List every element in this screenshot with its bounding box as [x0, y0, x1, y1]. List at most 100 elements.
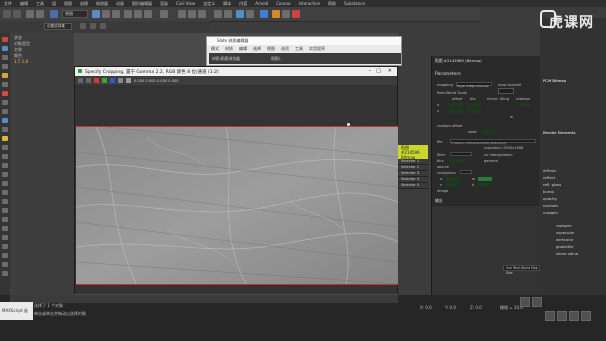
windows-icon[interactable] — [2, 199, 8, 204]
orbit-icon[interactable] — [569, 311, 579, 321]
u-offset-spinner[interactable] — [449, 103, 463, 107]
mapping-dropdown[interactable]: Explicit Map Channel — [456, 82, 492, 88]
maxscript-listener[interactable]: MAXScript 迷 — [0, 302, 33, 320]
selection-filter-dropdown[interactable]: 视图 — [62, 10, 88, 18]
v-offset-spinner[interactable] — [449, 109, 463, 113]
zoom-icon[interactable] — [545, 311, 555, 321]
right-row-diffuse[interactable]: diffuse — [543, 168, 556, 173]
nurbs-icon[interactable] — [2, 181, 8, 186]
right-sub-share-value[interactable]: share value — [556, 251, 578, 256]
menu-item-customize[interactable]: 自定义 — [203, 1, 215, 7]
filter-dropdown[interactable] — [450, 152, 472, 156]
pivot-icon[interactable] — [160, 10, 168, 18]
spacewarp-icon[interactable] — [2, 127, 8, 132]
menu-item-animation[interactable]: 动画 — [116, 1, 124, 7]
red-channel-icon[interactable] — [94, 78, 99, 83]
display-panel-icon[interactable] — [2, 73, 8, 78]
maximize-icon[interactable]: □ — [376, 68, 381, 74]
u-rotation-spinner[interactable] — [516, 103, 530, 107]
right-sub-vspecular[interactable]: vspecular — [556, 230, 574, 235]
bitmap-node-header[interactable]: 贴图 #214596 Bitmap — [398, 145, 428, 160]
angle-snap-icon[interactable] — [188, 10, 196, 18]
slate-menu-mode[interactable]: 模式 — [211, 46, 219, 52]
pan-icon[interactable] — [557, 311, 567, 321]
percent-snap-icon[interactable] — [198, 10, 206, 18]
timeline-slider[interactable] — [10, 295, 398, 303]
rotate-icon[interactable] — [134, 10, 142, 18]
menu-item-file[interactable]: 文件 — [4, 1, 12, 7]
menu-item-corona[interactable]: Corona — [276, 1, 290, 6]
right-row-reflect[interactable]: reflect — [543, 175, 555, 180]
bitmap-node[interactable]: 贴图 #214596 Bitmap Selector 1 Selector 2 … — [398, 145, 428, 189]
right-sub-wirecolor[interactable]: wirecolor — [556, 237, 573, 242]
create-icon[interactable] — [2, 37, 8, 42]
menu-item-graph-editors[interactable]: 图形编辑器 — [132, 1, 152, 7]
output-rollout[interactable]: 输出 — [435, 198, 443, 204]
slate-menu-edit[interactable]: 编辑 — [239, 46, 247, 52]
hierarchy-icon[interactable] — [2, 55, 8, 60]
menu-item-views[interactable]: 视图 — [64, 1, 72, 7]
slate-menu-utilities[interactable]: 实用程序 — [309, 46, 325, 52]
shape-icon[interactable] — [2, 118, 8, 123]
script-icon[interactable] — [2, 262, 8, 267]
material-browser-tab[interactable]: 材质/贴图浏览器 — [212, 56, 240, 62]
menu-item-help[interactable]: 帮助 — [328, 1, 336, 7]
slate-menu-view[interactable]: 视图 — [267, 46, 275, 52]
slate-menu-tools[interactable]: 工具 — [295, 46, 303, 52]
coord-x[interactable]: X: 0.0 — [420, 305, 432, 310]
menu-item-substance[interactable]: Substance — [344, 1, 365, 6]
crop-u-spinner[interactable] — [446, 177, 460, 181]
key-mode-icon[interactable] — [532, 297, 542, 307]
rect-selection-icon[interactable] — [112, 10, 120, 18]
select-by-name-icon[interactable] — [102, 10, 110, 18]
menu-item-create[interactable]: 创建 — [80, 1, 88, 7]
menu-item-content[interactable]: 内容 — [239, 1, 247, 7]
render-elements-header[interactable]: Render Elements — [543, 130, 575, 135]
helper-icon[interactable] — [2, 109, 8, 114]
light-icon[interactable] — [2, 91, 8, 96]
select-object-icon[interactable] — [92, 10, 100, 18]
unlink-icon[interactable] — [36, 10, 44, 18]
slate-menu-options[interactable]: 选项 — [281, 46, 289, 52]
stairs-icon[interactable] — [2, 208, 8, 213]
listener-icon[interactable] — [2, 271, 8, 276]
scale-icon[interactable] — [144, 10, 152, 18]
particle-icon[interactable] — [2, 163, 8, 168]
save-image-icon[interactable] — [78, 78, 83, 83]
menu-item-group[interactable]: 组 — [52, 1, 56, 7]
camera-icon[interactable] — [2, 100, 8, 105]
patch-icon[interactable] — [2, 172, 8, 177]
crop-image-area[interactable] — [75, 85, 398, 294]
minimize-icon[interactable]: – — [369, 68, 372, 74]
crop-toggle[interactable] — [460, 170, 472, 174]
utilities-icon[interactable] — [2, 82, 8, 87]
play-icon[interactable] — [520, 297, 530, 307]
right-sub-globaltile[interactable]: globaltile — [556, 244, 574, 249]
real-world-scale-checkbox[interactable]: Real-World Scale — [437, 91, 467, 95]
slate-editor-titlebar[interactable]: Slate 材质编辑器 — [207, 37, 401, 45]
alpha-channel-icon[interactable] — [118, 78, 123, 83]
material-editor-icon[interactable] — [260, 10, 268, 18]
blur-spinner[interactable] — [450, 159, 464, 163]
right-row-normals[interactable]: normals — [543, 203, 558, 208]
no-interpolation-checkbox[interactable]: no interpolation — [484, 153, 513, 157]
u-tile-spinner[interactable] — [467, 103, 481, 107]
blue-channel-icon[interactable] — [110, 78, 115, 83]
menu-item-edit[interactable]: 编辑 — [20, 1, 28, 7]
named-selection-set[interactable]: 创建选择集 — [44, 23, 72, 30]
modify-icon[interactable] — [2, 46, 8, 51]
right-row-bump[interactable]: bump — [543, 189, 554, 194]
right-row-opacity[interactable]: opacity — [543, 196, 557, 201]
move-icon[interactable] — [124, 10, 132, 18]
parameters-rollout[interactable]: Parameters — [435, 72, 461, 77]
mono-icon[interactable] — [126, 78, 131, 83]
arnold-icon[interactable] — [2, 244, 8, 249]
menu-item-scripting[interactable]: 脚本 — [223, 1, 231, 7]
context-dropdown[interactable]: Use Real-World Map Size — [503, 265, 540, 275]
menu-item-rendering[interactable]: 渲染 — [160, 1, 168, 7]
marble-texture-image[interactable] — [76, 126, 398, 285]
snap-icon[interactable] — [178, 10, 186, 18]
curve-editor-icon[interactable] — [246, 10, 254, 18]
v-tile-spinner[interactable] — [467, 109, 481, 113]
right-sub-rawspec[interactable]: rawspec — [556, 223, 572, 228]
